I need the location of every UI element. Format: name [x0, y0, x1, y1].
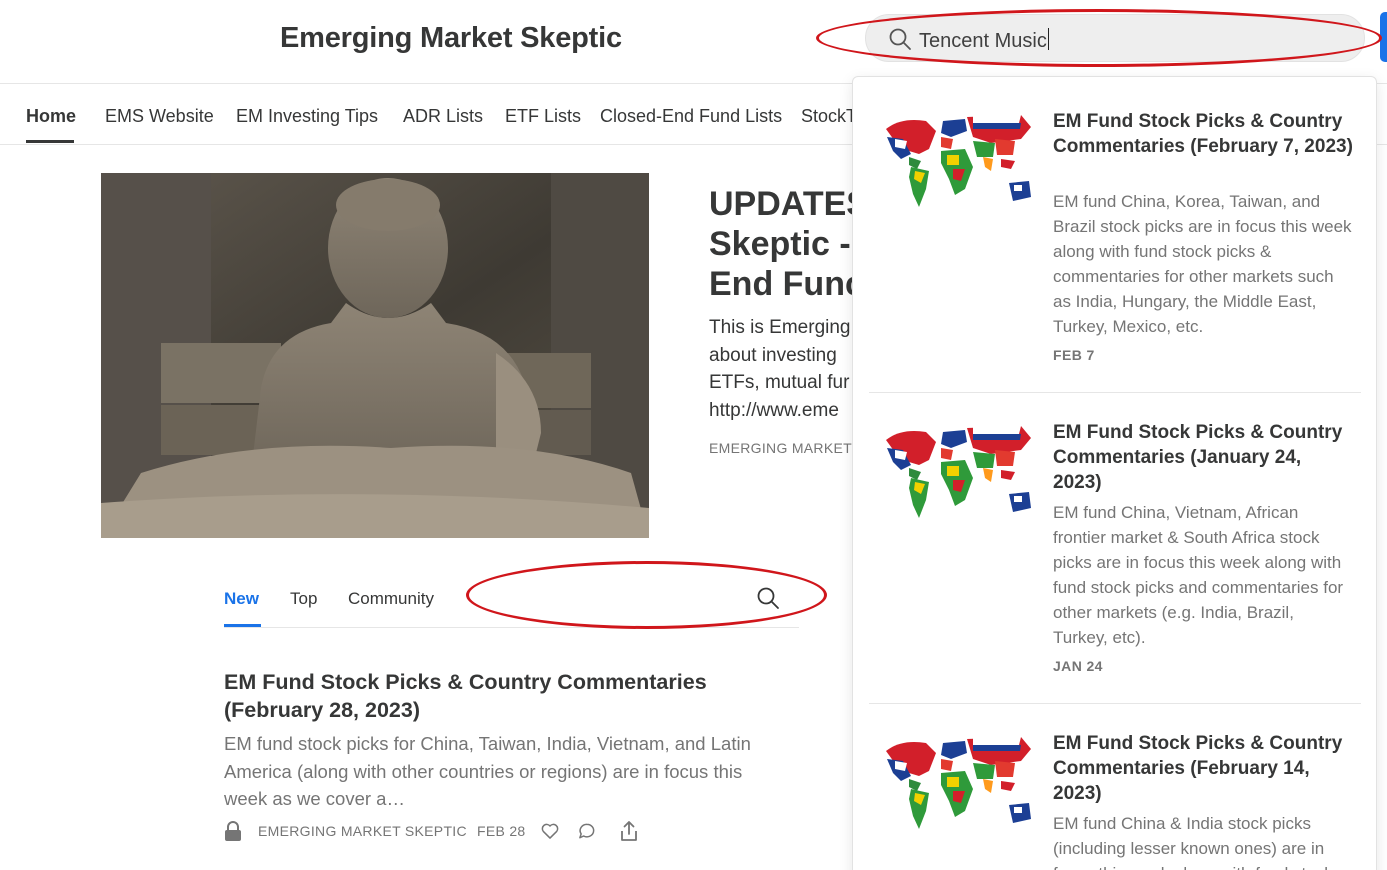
site-title[interactable]: Emerging Market Skeptic: [280, 22, 622, 55]
world-flags-map-thumbnail: [886, 115, 1031, 207]
comment-icon[interactable]: [577, 821, 597, 841]
hero-post-author[interactable]: EMERGING MARKET: [709, 440, 854, 456]
hero-title-line: End Func: [709, 265, 854, 303]
nav-item-stocktwits[interactable]: StockT: [801, 106, 857, 127]
post-author[interactable]: EMERGING MARKET SKEPTIC: [258, 823, 467, 839]
nav-item-home[interactable]: Home: [26, 106, 76, 127]
nav-item-ems-website[interactable]: EMS Website: [105, 106, 214, 127]
nav-item-etf-lists[interactable]: ETF Lists: [505, 106, 581, 127]
search-result-description: EM fund China & India stock picks (inclu…: [1053, 814, 1333, 870]
nav-item-em-investing-tips[interactable]: EM Investing Tips: [236, 106, 378, 127]
world-flags-map-thumbnail: [886, 426, 1031, 518]
hero-excerpt-line: ETFs, mutual fur: [709, 372, 850, 393]
tab-new[interactable]: New: [224, 589, 259, 609]
hero-image-buddha-statue[interactable]: [101, 173, 649, 538]
search-result-item[interactable]: EM Fund Stock Picks & Country Commentari…: [869, 699, 1361, 870]
search-result-item[interactable]: EM Fund Stock Picks & Country Commentari…: [869, 388, 1361, 703]
post-title[interactable]: EM Fund Stock Picks & Country Commentari…: [224, 668, 784, 724]
hero-post-excerpt: This is Emerging about investing ETFs, m…: [709, 314, 854, 424]
hero-title-line: UPDATES: [709, 185, 854, 223]
search-result-description: EM fund China, Korea, Taiwan, and Brazil…: [1053, 192, 1352, 336]
tab-top[interactable]: Top: [290, 589, 317, 609]
hero-excerpt-line: http://www.eme: [709, 399, 839, 421]
world-flags-map-thumbnail: [886, 737, 1031, 829]
nav-item-closed-end-fund-lists[interactable]: Closed-End Fund Lists: [600, 106, 782, 127]
search-result-title[interactable]: EM Fund Stock Picks & Country Commentari…: [1053, 109, 1353, 159]
search-icon: [889, 28, 911, 50]
search-result-date: FEB 7: [1053, 347, 1095, 363]
search-result-title[interactable]: EM Fund Stock Picks & Country Commentari…: [1053, 731, 1353, 806]
hero-excerpt-line: This is Emerging: [709, 317, 851, 338]
hero-title-line: Skeptic -: [709, 225, 851, 263]
nav-item-adr-lists[interactable]: ADR Lists: [403, 106, 483, 127]
share-icon[interactable]: [619, 820, 639, 842]
heart-icon[interactable]: [540, 821, 560, 841]
hero-excerpt-line: about investing: [709, 344, 837, 366]
lock-icon: [225, 821, 241, 841]
search-result-title[interactable]: EM Fund Stock Picks & Country Commentari…: [1053, 420, 1353, 495]
search-result-date: JAN 24: [1053, 658, 1103, 674]
post-date: FEB 28: [477, 823, 526, 839]
search-icon[interactable]: [756, 586, 780, 610]
nav-active-indicator: [26, 140, 74, 143]
search-results-dropdown: EM Fund Stock Picks & Country Commentari…: [852, 76, 1377, 870]
feed-tabs-divider: [224, 627, 799, 628]
search-result-item[interactable]: EM Fund Stock Picks & Country Commentari…: [869, 77, 1361, 392]
post-meta: EMERGING MARKET SKEPTIC FEB 28: [224, 820, 784, 842]
tab-community[interactable]: Community: [348, 589, 434, 609]
search-input[interactable]: Tencent Music: [865, 14, 1365, 62]
text-caret: [1047, 28, 1049, 50]
search-result-description: EM fund China, Vietnam, African frontier…: [1053, 503, 1344, 647]
hero-post-title[interactable]: UPDATES Skeptic - End Func: [709, 184, 854, 304]
subscribe-button-edge[interactable]: [1380, 12, 1387, 62]
post-description[interactable]: EM fund stock picks for China, Taiwan, I…: [224, 730, 784, 813]
search-input-value[interactable]: Tencent Music: [919, 28, 1049, 53]
